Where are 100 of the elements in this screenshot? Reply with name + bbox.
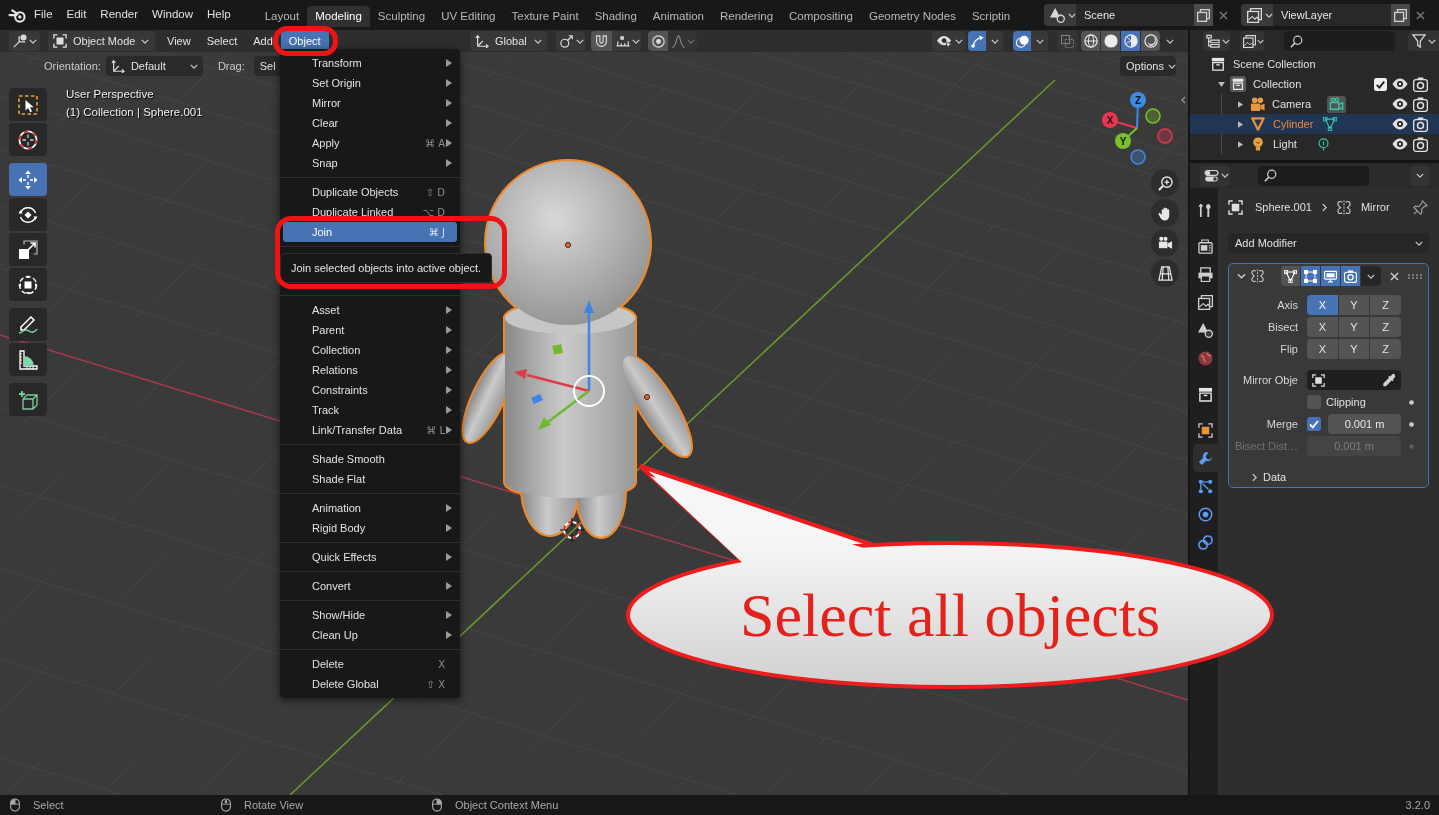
menu-item[interactable]: Clean Up bbox=[283, 625, 457, 645]
checkbox[interactable] bbox=[1307, 395, 1321, 409]
overlay-dropdown[interactable] bbox=[1031, 31, 1048, 51]
gizmo-toggle[interactable] bbox=[968, 31, 986, 51]
menu-item[interactable]: Track bbox=[283, 400, 457, 420]
menu-item[interactable]: Add bbox=[245, 31, 281, 51]
menu-item[interactable]: Delete Global ⇧ X bbox=[283, 674, 457, 694]
copy-button[interactable] bbox=[1194, 4, 1213, 26]
filter-dropdown[interactable] bbox=[1408, 31, 1439, 51]
eyedropper-icon[interactable] bbox=[1382, 373, 1396, 387]
menu-item[interactable]: Shade Flat bbox=[283, 469, 457, 489]
tool-button[interactable] bbox=[9, 268, 47, 301]
axis-toggle-button[interactable]: X bbox=[1307, 339, 1338, 359]
menu-item[interactable]: Constraints bbox=[283, 380, 457, 400]
view-layer-name-field[interactable]: ViewLayer bbox=[1273, 4, 1391, 26]
pivot-point-dropdown[interactable] bbox=[556, 31, 585, 51]
workspace-tab[interactable]: Rendering bbox=[712, 6, 782, 27]
axis-toggle-button[interactable]: Z bbox=[1370, 317, 1401, 337]
workspace-tab[interactable]: Shading bbox=[586, 6, 645, 27]
axis-toggle-button[interactable]: X bbox=[1307, 317, 1338, 337]
menu-item[interactable]: Asset bbox=[283, 300, 457, 320]
menu-item[interactable]: Apply ⌘ A bbox=[283, 133, 457, 153]
include-checkbox[interactable] bbox=[1374, 77, 1387, 91]
menu-item[interactable]: Quick Effects bbox=[283, 547, 457, 567]
menu-item[interactable]: Convert bbox=[283, 576, 457, 596]
visibility-dropdown[interactable] bbox=[932, 31, 966, 51]
gizmo-dropdown[interactable] bbox=[986, 31, 1003, 51]
eye-icon[interactable] bbox=[1392, 116, 1408, 132]
menu-item[interactable]: File bbox=[27, 4, 60, 26]
menu-item[interactable]: Duplicate Linked ⌥ D bbox=[283, 202, 457, 222]
orientation-dropdown[interactable]: Default bbox=[105, 56, 203, 76]
menu-item[interactable]: Duplicate Objects ⇧ D bbox=[283, 182, 457, 202]
axis-toggle-button[interactable]: Z bbox=[1370, 295, 1401, 315]
menu-item[interactable]: Window bbox=[145, 4, 200, 26]
shading-mode-button[interactable] bbox=[1121, 31, 1140, 51]
workspace-tab[interactable]: Texture Paint bbox=[503, 6, 587, 27]
outliner-item-label[interactable]: Camera bbox=[1272, 95, 1312, 113]
options-dropdown[interactable]: Options bbox=[1120, 56, 1176, 76]
menu-item[interactable]: Transform bbox=[283, 53, 457, 73]
menu-item[interactable]: Delete X bbox=[283, 654, 457, 674]
axis-toggle-button[interactable]: Y bbox=[1338, 317, 1370, 337]
workspace-tab[interactable]: Scriptin bbox=[963, 6, 1019, 27]
workspace-tab[interactable]: Sculpting bbox=[369, 6, 434, 27]
editor-type-button[interactable] bbox=[9, 31, 40, 51]
tool-button[interactable] bbox=[9, 343, 47, 376]
axis-handle[interactable]: Z bbox=[1130, 92, 1146, 108]
workspace-tab[interactable]: Modeling bbox=[307, 6, 370, 27]
tool-button[interactable] bbox=[9, 308, 47, 341]
menu-item[interactable]: Edit bbox=[59, 4, 94, 26]
menu-item[interactable]: Help bbox=[200, 4, 238, 26]
scene-browse-button[interactable] bbox=[1044, 4, 1076, 26]
menu-item[interactable]: Clear bbox=[283, 113, 457, 133]
mode-dropdown[interactable]: Object Mode bbox=[48, 31, 155, 51]
copy-button[interactable] bbox=[1391, 4, 1410, 26]
number-field[interactable]: 0.001 m bbox=[1328, 414, 1401, 434]
axis-dot-icon[interactable] bbox=[1157, 128, 1173, 144]
menu-item[interactable]: View bbox=[159, 31, 199, 51]
workspace-tab[interactable]: Geometry Nodes bbox=[861, 6, 964, 27]
outliner-item-label[interactable]: Cylinder bbox=[1273, 115, 1314, 133]
shading-mode-button[interactable] bbox=[1141, 31, 1160, 51]
menu-item[interactable]: Object bbox=[280, 31, 329, 51]
view-layer-browse-button[interactable] bbox=[1241, 4, 1273, 26]
axis-toggle-button[interactable]: X bbox=[1307, 295, 1338, 315]
menu-item[interactable]: Select bbox=[198, 31, 246, 51]
proportional-editing-toggle[interactable] bbox=[648, 31, 668, 51]
projection-toggle-button[interactable] bbox=[1151, 259, 1179, 287]
tool-button[interactable] bbox=[9, 233, 47, 266]
dot-icon[interactable] bbox=[1409, 399, 1414, 405]
editor-type-button[interactable] bbox=[1203, 31, 1230, 51]
menu-item[interactable]: Animation bbox=[283, 498, 457, 518]
shading-mode-button[interactable] bbox=[1101, 31, 1120, 51]
axis-toggle-button[interactable]: Y bbox=[1338, 339, 1370, 359]
tool-button[interactable] bbox=[9, 383, 47, 416]
mirror-object-field[interactable] bbox=[1307, 370, 1401, 390]
camera-icon[interactable] bbox=[1413, 116, 1428, 132]
menu-item[interactable]: Show/Hide bbox=[283, 605, 457, 625]
display-mode-dropdown[interactable] bbox=[1240, 31, 1264, 51]
app-logo-icon[interactable] bbox=[8, 7, 27, 23]
axis-dot-icon[interactable] bbox=[1130, 149, 1146, 165]
menu-item[interactable]: Set Origin bbox=[283, 73, 457, 93]
camera-icon[interactable] bbox=[1413, 136, 1428, 152]
axis-handle[interactable]: X bbox=[1102, 112, 1118, 128]
disclosure-triangle-icon[interactable] bbox=[1238, 140, 1243, 148]
toggle-button[interactable] bbox=[1281, 266, 1300, 286]
tool-button[interactable] bbox=[9, 88, 47, 121]
menu-item[interactable]: Link/Transfer Data ⌘ L bbox=[283, 420, 457, 440]
chevron-down-icon[interactable] bbox=[1237, 273, 1246, 279]
axis-handle[interactable]: Y bbox=[1115, 133, 1131, 149]
checkbox[interactable] bbox=[1307, 417, 1321, 431]
eye-icon[interactable] bbox=[1392, 96, 1408, 112]
axis-dot-icon[interactable] bbox=[1145, 108, 1161, 124]
pin-icon[interactable] bbox=[1413, 199, 1428, 215]
disclosure-triangle-icon[interactable] bbox=[1238, 120, 1243, 128]
menu-item[interactable]: Rigid Body bbox=[283, 518, 457, 538]
menu-item[interactable]: Shade Smooth bbox=[283, 449, 457, 469]
dropdown-button[interactable] bbox=[1361, 266, 1381, 286]
outliner-item-label[interactable]: Light bbox=[1273, 135, 1297, 153]
workspace-tab[interactable]: Compositing bbox=[781, 6, 861, 27]
axis-toggle-button[interactable]: Z bbox=[1370, 339, 1401, 359]
snap-target-dropdown[interactable] bbox=[612, 31, 641, 51]
